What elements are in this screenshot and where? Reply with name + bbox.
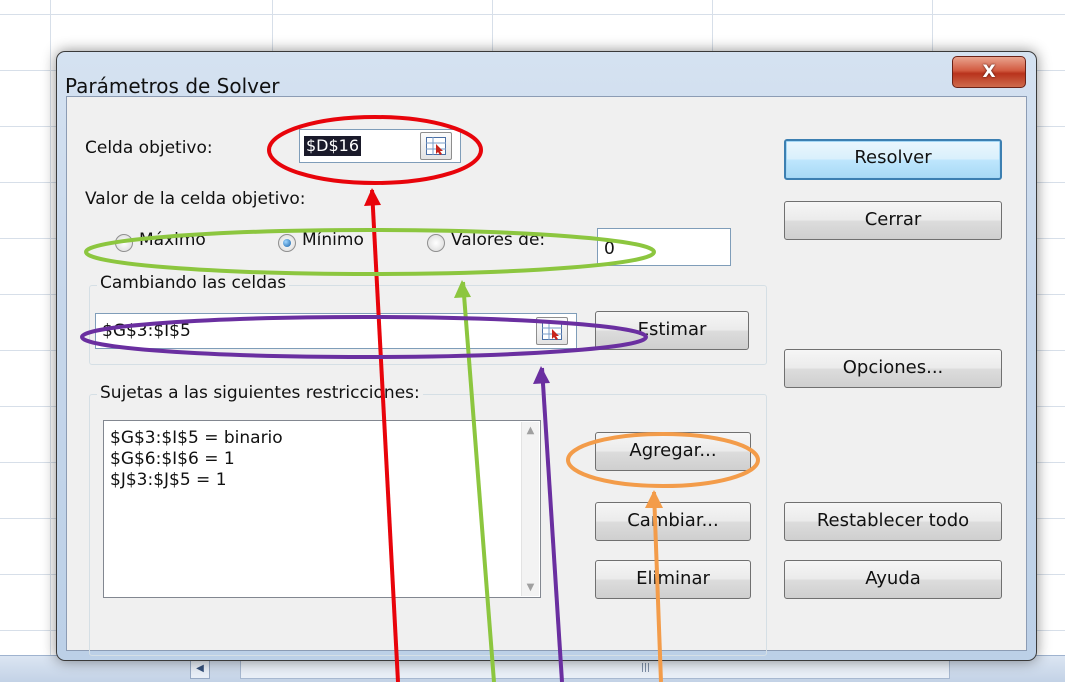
radio-minimo-label: Mínimo [302, 230, 364, 250]
changing-cells-legend: Cambiando las celdas [97, 273, 290, 293]
changing-cells-value: $G$3:$I$5 [102, 321, 191, 341]
target-cell-label: Celda objetivo: [85, 138, 213, 158]
changing-cells-input[interactable]: $G$3:$I$5 [95, 313, 577, 349]
cell-reference-icon [426, 137, 446, 155]
scroll-down-icon[interactable]: ▼ [522, 579, 539, 596]
options-button[interactable]: Opciones... [784, 349, 1002, 388]
list-item[interactable]: $J$3:$J$5 = 1 [110, 470, 227, 490]
constraints-legend: Sujetas a las siguientes restricciones: [97, 383, 423, 403]
estimate-button[interactable]: Estimar [595, 311, 749, 350]
target-value-label: Valor de la celda objetivo: [85, 189, 306, 209]
radio-minimo[interactable] [278, 234, 296, 252]
add-constraint-button[interactable]: Agregar... [595, 432, 751, 471]
valores-de-input[interactable]: 0 [597, 228, 731, 266]
solve-button[interactable]: Resolver [784, 139, 1002, 180]
radio-maximo[interactable] [115, 234, 133, 252]
constraints-list[interactable]: $G$3:$I$5 = binario $G$6:$I$6 = 1 $J$3:$… [103, 420, 541, 598]
scroll-left-icon[interactable]: ◀ [190, 659, 210, 679]
scroll-track[interactable]: ||| [240, 660, 950, 679]
target-cell-input[interactable]: $D$16 [299, 129, 461, 163]
close-button[interactable]: Cerrar [784, 201, 1002, 240]
reset-all-button[interactable]: Restablecer todo [784, 502, 1002, 541]
close-window-button[interactable]: X [952, 56, 1026, 88]
dialog-title: Parámetros de Solver [65, 74, 280, 98]
changing-ref-button[interactable] [536, 317, 568, 345]
help-button[interactable]: Ayuda [784, 560, 1002, 599]
cell-reference-icon [542, 322, 562, 340]
radio-valores-de-label: Valores de: [451, 230, 546, 250]
change-constraint-button[interactable]: Cambiar... [595, 502, 751, 541]
valores-de-value: 0 [604, 239, 615, 259]
radio-maximo-label: Máximo [139, 230, 206, 250]
target-cell-value: $D$16 [304, 136, 362, 156]
target-ref-button[interactable] [420, 132, 452, 160]
scroll-up-icon[interactable]: ▲ [522, 422, 539, 439]
constraints-scrollbar[interactable]: ▲ ▼ [521, 422, 539, 596]
dialog-client-area: Celda objetivo: $D$16 Valor de la celda … [66, 96, 1027, 656]
grip-icon: ||| [641, 663, 651, 673]
list-item[interactable]: $G$3:$I$5 = binario [110, 428, 283, 448]
list-item[interactable]: $G$6:$I$6 = 1 [110, 449, 235, 469]
delete-constraint-button[interactable]: Eliminar [595, 560, 751, 599]
radio-valores-de[interactable] [427, 234, 445, 252]
solver-dialog: Parámetros de Solver X Celda objetivo: $… [56, 51, 1037, 661]
